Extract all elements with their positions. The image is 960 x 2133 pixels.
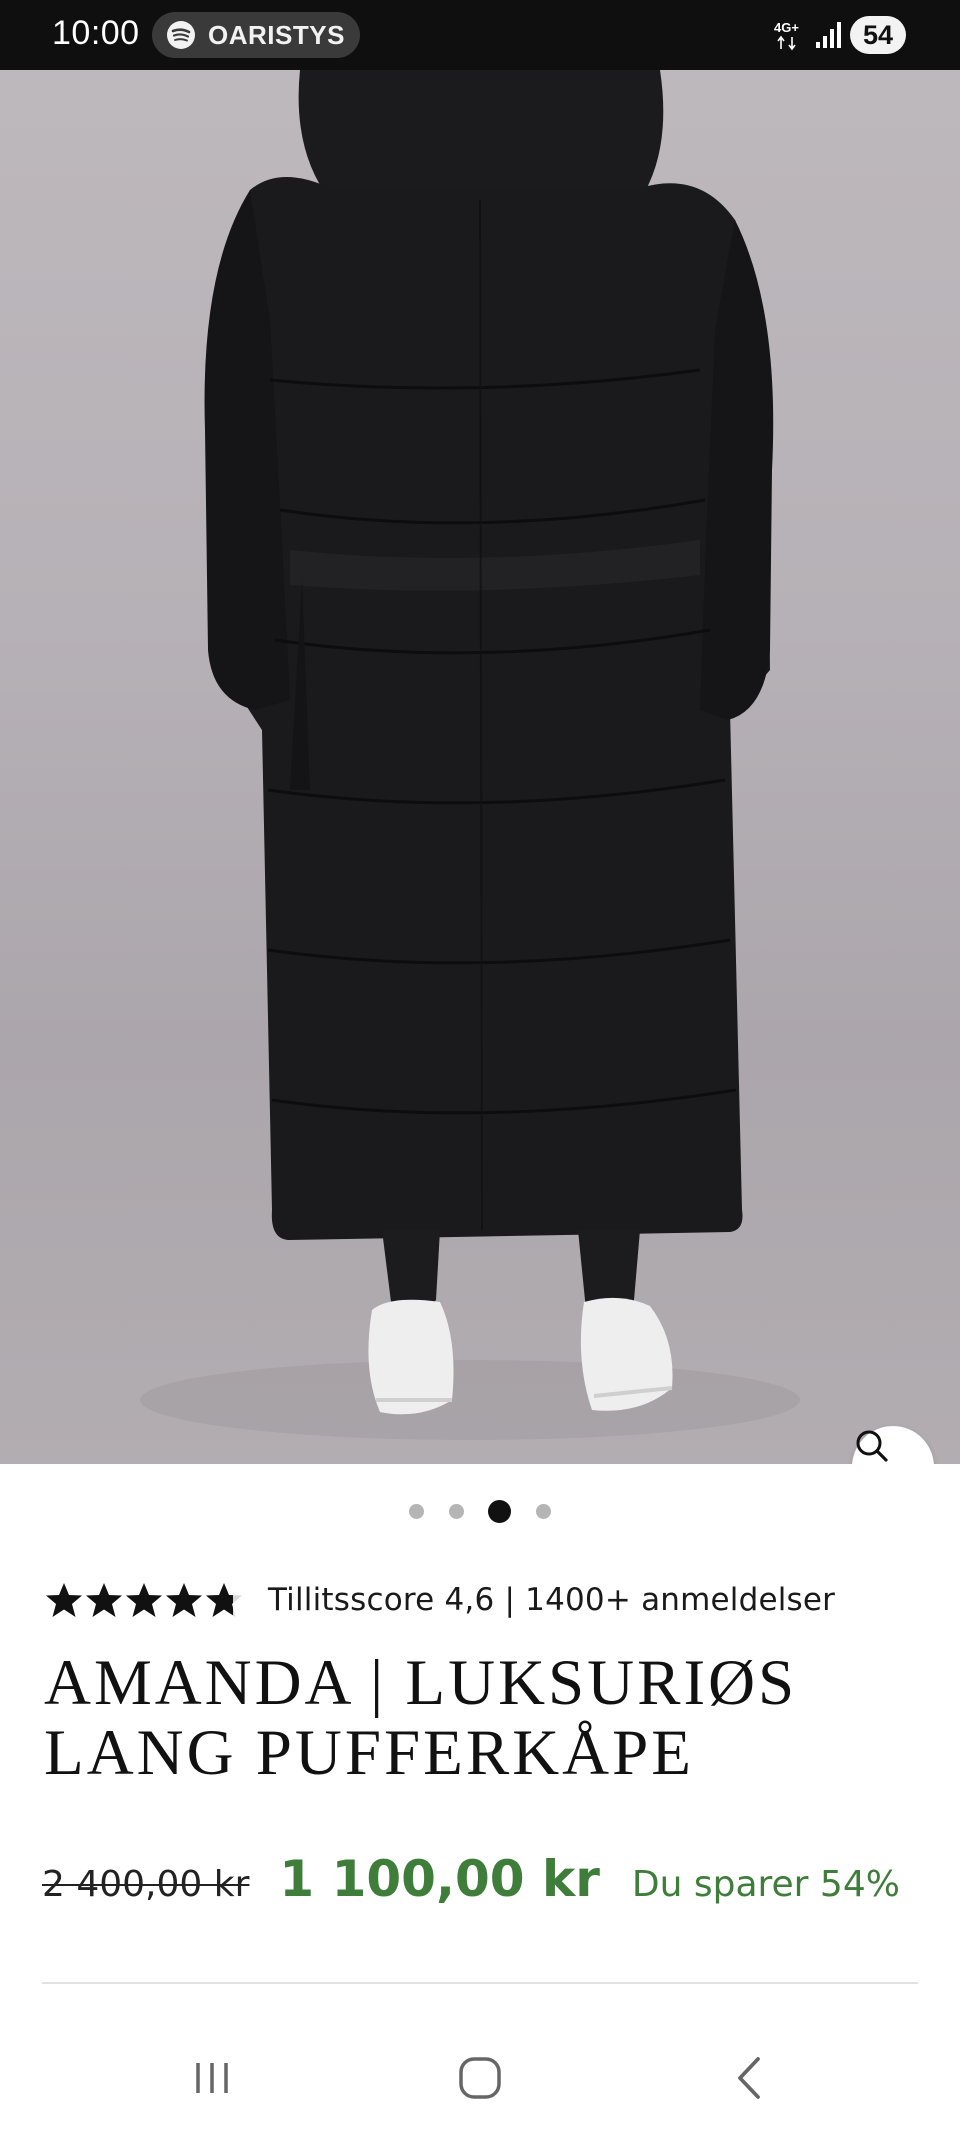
- back-button[interactable]: [710, 2048, 790, 2108]
- network-4g-icon: 4G+: [774, 20, 799, 51]
- rating-text: Tillitsscore 4,6 | 1400+ anmeldelser: [268, 1582, 836, 1618]
- divider: [42, 1982, 918, 1984]
- rating-row[interactable]: Tillitsscore 4,6 | 1400+ anmeldelser: [44, 1578, 835, 1622]
- coat-illustration: [140, 70, 800, 1440]
- battery-level: 54: [862, 19, 894, 50]
- product-title-line1: AMANDA | LUKSURIØS: [44, 1647, 798, 1719]
- status-time: 10:00: [52, 14, 140, 52]
- recent-apps-icon: [196, 2063, 228, 2093]
- star-icon: [46, 1583, 82, 1617]
- star-rating: [44, 1580, 244, 1620]
- star-icon: [86, 1583, 122, 1617]
- search-icon: [856, 1430, 888, 1462]
- carousel-dot[interactable]: [449, 1504, 464, 1519]
- home-icon: [459, 2057, 501, 2099]
- home-button[interactable]: [440, 2048, 520, 2108]
- media-app-label: OARISTYS: [208, 19, 345, 50]
- product-title-line2: LANG PUFFERKÅPE: [44, 1717, 694, 1789]
- recent-apps-button[interactable]: [172, 2048, 252, 2108]
- signal-icon: [816, 22, 841, 48]
- star-icon: [166, 1583, 202, 1617]
- spotify-icon: [167, 21, 195, 49]
- battery-indicator: 54: [850, 16, 906, 54]
- original-price: 2 400,00 kr: [42, 1864, 250, 1905]
- media-notification-pill[interactable]: OARISTYS: [152, 12, 360, 58]
- price-row: 2 400,00 kr 1 100,00 kr Du sparer 54%: [42, 1850, 900, 1914]
- sale-price: 1 100,00 kr: [279, 1850, 600, 1908]
- star-icon: [126, 1583, 162, 1617]
- saving-label: Du sparer 54%: [631, 1864, 900, 1905]
- system-nav-bar: [0, 2028, 960, 2133]
- carousel-dot-active[interactable]: [488, 1500, 511, 1523]
- status-bar: 10:00 OARISTYS 4G+ 54: [0, 0, 960, 70]
- product-image[interactable]: [0, 70, 960, 1464]
- back-icon: [738, 2057, 760, 2099]
- product-title: AMANDA | LUKSURIØS LANG PUFFERKÅPE: [44, 1648, 924, 1788]
- half-star-icon: [206, 1583, 242, 1617]
- carousel-dot[interactable]: [536, 1504, 551, 1519]
- svg-text:4G+: 4G+: [774, 20, 799, 35]
- carousel-dot[interactable]: [409, 1504, 424, 1519]
- carousel-indicator: [0, 1496, 960, 1526]
